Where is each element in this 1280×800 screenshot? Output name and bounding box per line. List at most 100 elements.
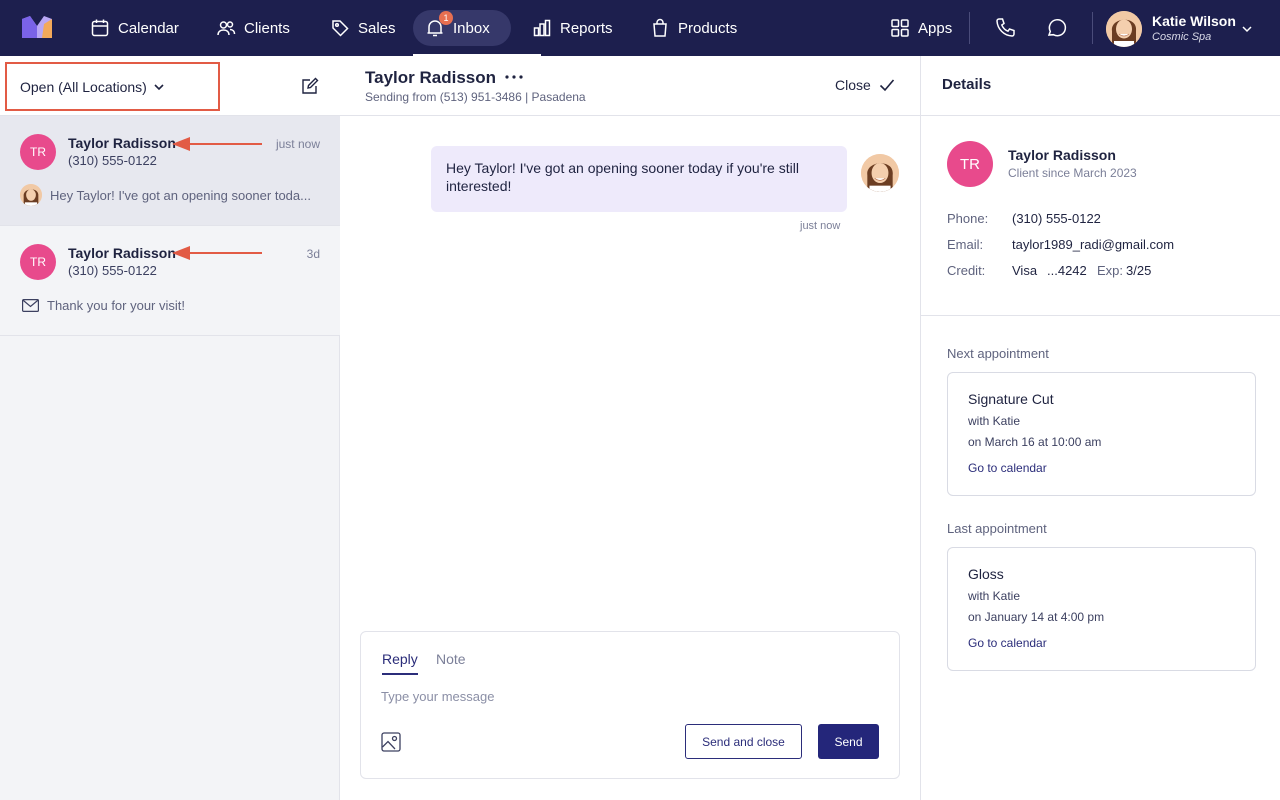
nav-clients[interactable]: Clients bbox=[204, 10, 302, 46]
calendar-icon bbox=[91, 19, 109, 37]
expiry-label: Exp: bbox=[1097, 263, 1124, 278]
expiry-value: 3/25 bbox=[1126, 263, 1152, 278]
credit-card-last4: ...4242 bbox=[1047, 263, 1087, 278]
details-divider bbox=[921, 315, 1280, 316]
next-appointment-card: Signature Cut with Katie on March 16 at … bbox=[947, 372, 1256, 496]
message-timestamp: just now bbox=[800, 220, 841, 232]
chevron-down-icon[interactable] bbox=[1240, 22, 1254, 36]
go-to-calendar-link[interactable]: Go to calendar bbox=[968, 636, 1047, 650]
top-navigation: Calendar Clients Sales Inbox 1 Reports P… bbox=[0, 0, 1280, 56]
client-avatar: TR bbox=[20, 134, 56, 170]
user-photo bbox=[1106, 11, 1142, 47]
phone-value: (310) 555-0122 bbox=[1012, 211, 1101, 226]
appointment-service: Signature Cut bbox=[968, 391, 1054, 407]
chat-icon[interactable] bbox=[1045, 16, 1069, 40]
close-conversation-label: Close bbox=[835, 77, 871, 93]
app-logo[interactable] bbox=[22, 16, 52, 38]
conversation-time: just now bbox=[275, 137, 320, 151]
conversation-time: 3d bbox=[306, 247, 320, 261]
checkmark-icon bbox=[879, 79, 894, 92]
next-appointment-label: Next appointment bbox=[947, 346, 1049, 361]
go-to-calendar-link[interactable]: Go to calendar bbox=[968, 461, 1047, 475]
thread-header: Taylor Radisson Sending from (513) 951-3… bbox=[340, 56, 920, 116]
nav-clients-label: Clients bbox=[244, 19, 290, 37]
nav-divider bbox=[1092, 12, 1093, 44]
image-attach-icon[interactable] bbox=[381, 732, 401, 752]
appointment-staff: with Katie bbox=[968, 589, 1021, 603]
nav-inbox-label: Inbox bbox=[453, 19, 490, 37]
chevron-down-icon bbox=[154, 83, 164, 90]
compose-icon[interactable] bbox=[300, 76, 320, 96]
details-header: Details bbox=[921, 56, 1280, 116]
shopping-bag-icon bbox=[653, 18, 667, 37]
send-button[interactable]: Send bbox=[818, 724, 879, 759]
appointment-staff: with Katie bbox=[968, 414, 1021, 428]
sender-photo bbox=[20, 184, 42, 206]
conversation-list-panel: Open (All Locations) TR Taylor Radisson … bbox=[0, 56, 340, 800]
tag-icon bbox=[332, 20, 349, 37]
client-name[interactable]: Taylor Radisson bbox=[1008, 147, 1116, 163]
nav-calendar-label: Calendar bbox=[118, 19, 179, 37]
conversation-preview: Thank you for your visit! bbox=[47, 298, 185, 313]
email-value: taylor1989_radi@gmail.com bbox=[1012, 237, 1175, 252]
client-avatar: TR bbox=[947, 141, 993, 187]
message-bubble: Hey Taylor! I've got an opening sooner t… bbox=[431, 146, 847, 212]
location-filter-label: Open (All Locations) bbox=[20, 78, 147, 95]
conversation-phone: (310) 555-0122 bbox=[68, 153, 157, 168]
phone-icon[interactable] bbox=[994, 16, 1018, 40]
tab-note[interactable]: Note bbox=[436, 651, 466, 667]
conversation-item[interactable]: TR Taylor Radisson (310) 555-0122 3d Tha… bbox=[0, 226, 340, 336]
nav-calendar[interactable]: Calendar bbox=[78, 10, 191, 46]
grid-icon bbox=[891, 19, 909, 37]
user-avatar[interactable] bbox=[1106, 11, 1142, 47]
clients-icon bbox=[217, 21, 236, 36]
nav-apps-label: Apps bbox=[918, 19, 953, 37]
mail-icon bbox=[22, 299, 39, 312]
user-organization: Cosmic Spa bbox=[1152, 31, 1212, 43]
message-composer: Reply Note Send and close Send bbox=[360, 631, 900, 779]
appointment-time: on March 16 at 10:00 am bbox=[968, 435, 1102, 449]
credit-card-brand: Visa bbox=[1012, 263, 1038, 278]
thread-sending-from: Sending from (513) 951-3486 | Pasadena bbox=[365, 90, 586, 104]
message-thread-panel: Taylor Radisson Sending from (513) 951-3… bbox=[340, 56, 920, 800]
inbox-unread-badge: 1 bbox=[439, 11, 453, 25]
conversation-list-header: Open (All Locations) bbox=[0, 56, 340, 116]
phone-label: Phone: bbox=[947, 211, 989, 226]
send-and-close-button[interactable]: Send and close bbox=[685, 724, 802, 759]
sender-avatar bbox=[20, 184, 42, 206]
user-name: Katie Wilson bbox=[1152, 13, 1236, 29]
details-title: Details bbox=[942, 76, 992, 93]
nav-reports[interactable]: Reports bbox=[520, 10, 625, 46]
client-avatar: TR bbox=[20, 244, 56, 280]
staff-photo bbox=[861, 154, 899, 192]
conversation-name: Taylor Radisson bbox=[68, 135, 176, 151]
tab-reply[interactable]: Reply bbox=[382, 651, 418, 675]
nav-apps[interactable]: Apps bbox=[878, 10, 964, 46]
nav-products-label: Products bbox=[678, 19, 738, 37]
conversation-preview: Hey Taylor! I've got an opening sooner t… bbox=[50, 188, 311, 203]
nav-divider bbox=[969, 12, 970, 44]
nav-products[interactable]: Products bbox=[638, 10, 749, 46]
location-filter-dropdown[interactable]: Open (All Locations) bbox=[5, 62, 220, 111]
client-details-panel: Details TR Taylor Radisson Client since … bbox=[920, 56, 1280, 800]
staff-avatar bbox=[861, 154, 899, 192]
conversation-phone: (310) 555-0122 bbox=[68, 263, 157, 278]
conversation-name: Taylor Radisson bbox=[68, 245, 176, 261]
more-options-icon[interactable] bbox=[504, 73, 524, 81]
annotation-arrow-icon bbox=[172, 137, 262, 151]
client-since: Client since March 2023 bbox=[1008, 166, 1137, 180]
thread-client-name: Taylor Radisson bbox=[365, 68, 496, 87]
credit-label: Credit: bbox=[947, 263, 986, 278]
nav-sales-label: Sales bbox=[358, 19, 396, 37]
bar-chart-icon bbox=[533, 19, 551, 37]
message-input[interactable] bbox=[381, 689, 881, 704]
nav-inbox[interactable]: Inbox bbox=[413, 10, 511, 46]
nav-sales[interactable]: Sales bbox=[318, 10, 408, 46]
appointment-time: on January 14 at 4:00 pm bbox=[968, 610, 1105, 624]
nav-reports-label: Reports bbox=[560, 19, 613, 37]
last-appointment-card: Gloss with Katie on January 14 at 4:00 p… bbox=[947, 547, 1256, 671]
close-conversation-button[interactable]: Close bbox=[835, 77, 895, 93]
appointment-service: Gloss bbox=[968, 566, 1004, 582]
conversation-item[interactable]: TR Taylor Radisson (310) 555-0122 just n… bbox=[0, 116, 340, 226]
email-label: Email: bbox=[947, 237, 984, 252]
